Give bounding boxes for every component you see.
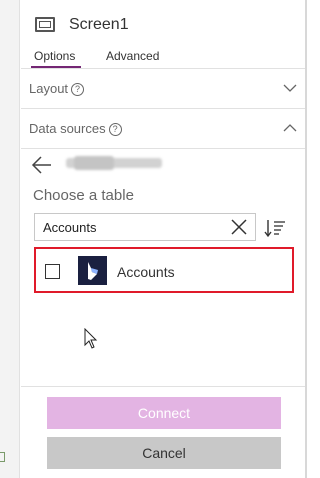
screen-title: Screen1: [69, 16, 129, 33]
chevron-up-icon[interactable]: [283, 121, 297, 135]
screen-icon: [35, 17, 55, 32]
table-list-item[interactable]: Accounts: [34, 247, 294, 293]
dynamics-365-icon: [78, 256, 107, 285]
screen-thumbnail-icon: [0, 452, 5, 462]
data-sources-label-text: Data sources: [29, 121, 106, 136]
connect-button[interactable]: Connect: [47, 397, 281, 429]
table-search-input[interactable]: [34, 213, 256, 241]
tab-advanced[interactable]: Advanced: [106, 49, 159, 63]
footer-divider: [21, 386, 305, 387]
layout-label-text: Layout: [29, 81, 69, 96]
divider: [21, 148, 305, 149]
choose-table-label: Choose a table: [33, 187, 134, 204]
back-arrow-icon[interactable]: [31, 155, 53, 175]
scrollbar-track: [305, 0, 307, 478]
table-checkbox[interactable]: [45, 264, 60, 279]
section-data-sources-label: Data sources?: [29, 121, 122, 136]
section-data-sources[interactable]: Data sources?: [21, 109, 305, 148]
section-layout-label: Layout?: [29, 81, 85, 96]
clear-search-icon[interactable]: [231, 219, 247, 235]
cancel-button[interactable]: Cancel: [47, 437, 281, 469]
info-icon[interactable]: ?: [108, 123, 122, 136]
table-label: Accounts: [117, 264, 175, 280]
properties-panel: Screen1 Options Advanced Layout? Data so…: [21, 0, 305, 478]
connection-name-redacted: [66, 156, 162, 170]
section-layout[interactable]: Layout?: [21, 69, 305, 108]
left-strip: [0, 0, 20, 478]
info-icon[interactable]: ?: [71, 83, 85, 96]
sort-icon[interactable]: [264, 218, 286, 238]
tab-options[interactable]: Options: [34, 49, 75, 63]
mouse-cursor-icon: [84, 328, 98, 349]
chevron-down-icon[interactable]: [283, 81, 297, 95]
